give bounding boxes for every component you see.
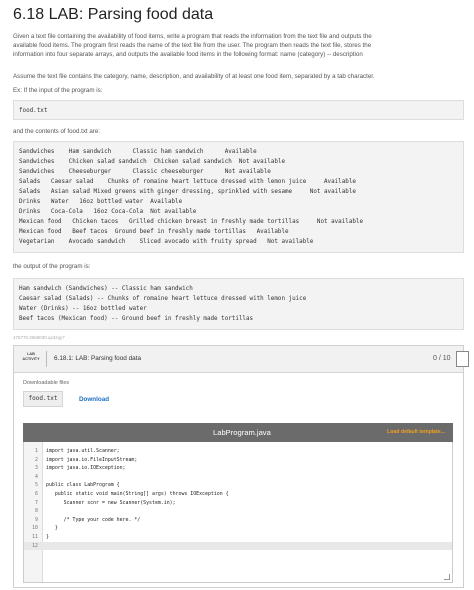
- code-line[interactable]: 6 public static void main(String[] args)…: [24, 490, 452, 498]
- header-divider: [46, 351, 47, 367]
- code-text: public class LabProgram {: [46, 482, 120, 489]
- code-editor[interactable]: 1 import java.util.Scanner; 2 import java.i…: [23, 442, 453, 583]
- lab-header: LAB ACTIVITY 6.18.1: LAB: Parsing food d…: [14, 346, 469, 373]
- code-line[interactable]: 2 import java.io.FileInputStream;: [24, 456, 452, 464]
- file-contents-line: Salads Caesar salad Chunks of romaine he…: [19, 179, 356, 185]
- intro-line: information into four separate arrays, a…: [13, 51, 363, 58]
- code-line[interactable]: 8: [24, 507, 452, 515]
- load-default-template-button[interactable]: Load default template...: [387, 429, 445, 435]
- file-contents-line: Sandwiches Chicken salad sandwich Chicke…: [19, 159, 285, 165]
- file-contents-line: Drinks Coca-Cola 16oz Coca-Cola Not avai…: [19, 209, 197, 215]
- lab-score: 0 / 10: [433, 355, 451, 362]
- lab-activity-badge: LAB ACTIVITY: [19, 352, 43, 362]
- score-box-icon: [456, 351, 469, 367]
- file-contents-line: Sandwiches Ham sandwich Classic ham sand…: [19, 149, 257, 155]
- code-line[interactable]: 3 import java.io.IOException;: [24, 464, 452, 472]
- code-line[interactable]: 12: [24, 541, 452, 550]
- page: 6.18 LAB: Parsing food data Given a text…: [0, 0, 474, 590]
- code-line[interactable]: 4: [24, 473, 452, 481]
- intro-paragraph: Given a text file containing the availab…: [13, 32, 463, 59]
- output-line: Beef tacos (Mexican food) -- Ground beef…: [19, 316, 254, 322]
- input-example-box: food.txt: [13, 100, 464, 120]
- file-contents-line: Salads Asian salad Mixed greens with gin…: [19, 189, 356, 195]
- line-number: 12: [32, 542, 38, 549]
- code-line[interactable]: 9 /* Type your code here. */: [24, 516, 452, 524]
- line-number: 4: [35, 473, 38, 480]
- downloadable-files-label: Downloadable files: [23, 380, 70, 386]
- line-number: 5: [35, 482, 38, 489]
- file-contents-line: Mexican food Beef tacos Ground beef in f…: [19, 229, 289, 235]
- output-box: Ham sandwich (Sandwiches) -- Classic ham…: [13, 278, 464, 330]
- assume-text: Assume the text file contains the catego…: [13, 73, 375, 80]
- code-text: public static void main(String[] args) t…: [46, 491, 229, 497]
- line-number: 11: [32, 534, 38, 540]
- code-line[interactable]: 7 Scanner scnr = new Scanner(System.in);: [24, 499, 452, 507]
- line-number: 6: [35, 491, 38, 497]
- line-number: 2: [35, 456, 38, 463]
- code-text: }: [46, 534, 49, 540]
- line-number: 3: [35, 465, 38, 472]
- output-line: Water (Drinks) -- 16oz bottled water: [19, 306, 147, 312]
- code-text: }: [46, 525, 58, 532]
- code-line[interactable]: 1 import java.util.Scanner;: [24, 447, 452, 455]
- code-line[interactable]: 5 public class LabProgram {: [24, 481, 452, 489]
- line-number: 9: [35, 516, 38, 523]
- code-line[interactable]: 10 }: [24, 524, 452, 532]
- code-text: import java.io.FileInputStream;: [46, 456, 138, 463]
- code-text: import java.io.IOException;: [46, 465, 126, 472]
- output-label: the output of the program is:: [13, 263, 91, 270]
- lab-badge-line2: ACTIVITY: [22, 357, 40, 361]
- input-example-text: food.txt: [19, 108, 48, 114]
- intro-line: Given a text file containing the availab…: [13, 33, 372, 40]
- download-link[interactable]: Download: [79, 396, 109, 403]
- file-contents-line: Drinks Water 16oz bottled water Availabl…: [19, 199, 183, 205]
- reference-id: 475770.3669030.qx3zqy7: [13, 335, 65, 340]
- intro-line: available food items. The program first …: [13, 42, 372, 49]
- code-text: Scanner scnr = new Scanner(System.in);: [46, 499, 176, 506]
- page-title: 6.18 LAB: Parsing food data: [13, 6, 214, 23]
- line-number: 7: [35, 499, 38, 506]
- line-number: 8: [35, 508, 38, 515]
- resize-handle-icon[interactable]: [444, 574, 450, 580]
- lab-title: 6.18.1: LAB: Parsing food data: [54, 355, 142, 362]
- line-number: 1: [35, 448, 38, 454]
- contents-label: and the contents of food.txt are:: [13, 128, 101, 135]
- file-contents-line: Vegetarian Avocado sandwich Sliced avoca…: [19, 239, 314, 245]
- line-number: 10: [32, 525, 38, 532]
- example-intro: Ex: If the input of the program is:: [13, 87, 103, 94]
- output-line: Ham sandwich (Sandwiches) -- Classic ham…: [19, 286, 193, 292]
- output-line: Caesar salad (Salads) -- Chunks of romai…: [19, 296, 307, 302]
- file-contents-line: Mexican food Chicken tacos Grilled chick…: [19, 219, 364, 225]
- file-contents-line: Sandwiches Cheeseburger Classic cheesebu…: [19, 169, 271, 175]
- file-chip-food-txt[interactable]: food.txt: [23, 391, 63, 407]
- code-text: import java.util.Scanner;: [46, 448, 120, 454]
- file-contents-box: Sandwiches Ham sandwich Classic ham sand…: [13, 141, 464, 253]
- lab-activity-panel: LAB ACTIVITY 6.18.1: LAB: Parsing food d…: [13, 345, 469, 588]
- code-line[interactable]: 11}: [24, 533, 452, 541]
- code-text: /* Type your code here. */: [46, 516, 141, 523]
- editor-filename: LabProgram.java: [213, 428, 271, 437]
- editor-header: LabProgram.java Load default template...: [23, 423, 453, 442]
